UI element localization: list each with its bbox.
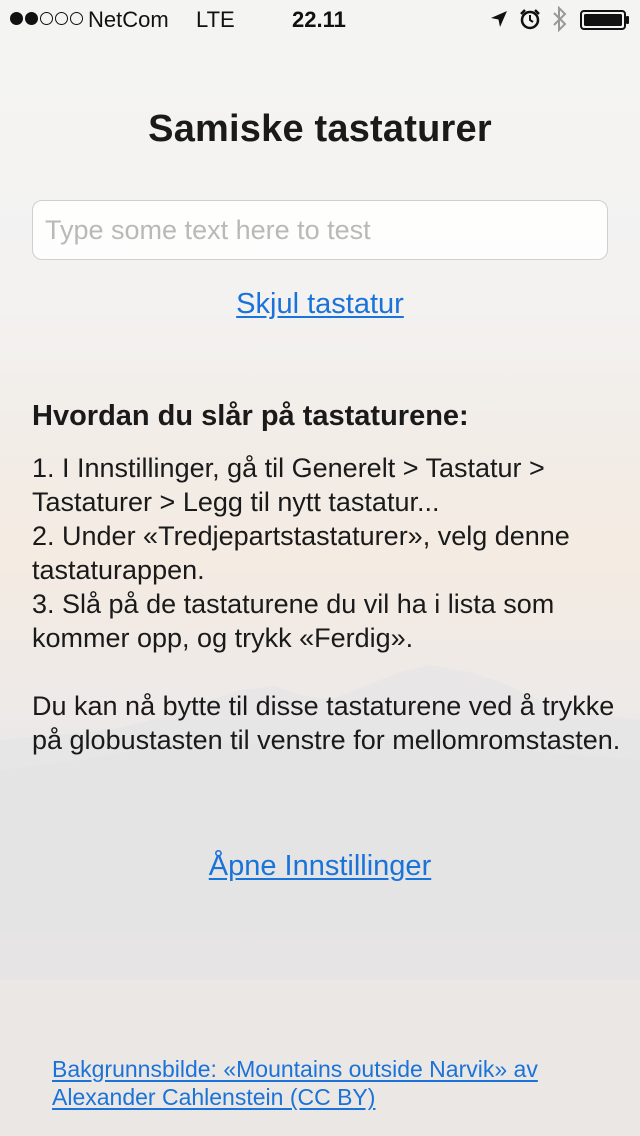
signal-strength-icon [10, 12, 83, 25]
hide-keyboard-link[interactable]: Skjul tastatur [236, 288, 404, 320]
instruction-step: 1. I Innstillinger, gå til Generelt > Ta… [32, 453, 545, 517]
signal-dot [40, 12, 53, 25]
signal-dot [55, 12, 68, 25]
signal-dot [10, 12, 23, 25]
instructions-section: Hvordan du slår på tastaturene: 1. I Inn… [32, 400, 622, 757]
instruction-note: Du kan nå bytte til disse tastaturene ve… [32, 691, 621, 755]
instruction-step: 2. Under «Tredjepartstastaturer», velg d… [32, 521, 570, 585]
alarm-clock-icon [520, 9, 540, 30]
bluetooth-icon [553, 6, 567, 32]
status-bar: NetCom LTE 22.11 [0, 0, 640, 40]
background-credit-link[interactable]: Bakgrunnsbilde: «Mountains outside Narvi… [52, 1056, 538, 1110]
instruction-step: 3. Slå på de tastaturene du vil ha i lis… [32, 589, 555, 653]
carrier-name: NetCom [88, 7, 169, 32]
hide-keyboard-container: Skjul tastatur [0, 288, 640, 321]
signal-dot [70, 12, 83, 25]
open-settings-link[interactable]: Åpne Innstillinger [209, 850, 431, 882]
test-text-input[interactable] [32, 200, 608, 260]
location-arrow-icon [491, 11, 507, 27]
open-settings-container: Åpne Innstillinger [0, 850, 640, 883]
instructions-body: 1. I Innstillinger, gå til Generelt > Ta… [32, 451, 622, 757]
network-type: LTE [196, 7, 235, 32]
battery-icon [580, 10, 629, 30]
status-time: 22.11 [292, 7, 346, 32]
background-credit: Bakgrunnsbilde: «Mountains outside Narvi… [52, 1055, 612, 1111]
page-title: Samiske tastaturer [148, 108, 492, 150]
instructions-heading: Hvordan du slår på tastaturene: [32, 400, 469, 432]
signal-dot [25, 12, 38, 25]
